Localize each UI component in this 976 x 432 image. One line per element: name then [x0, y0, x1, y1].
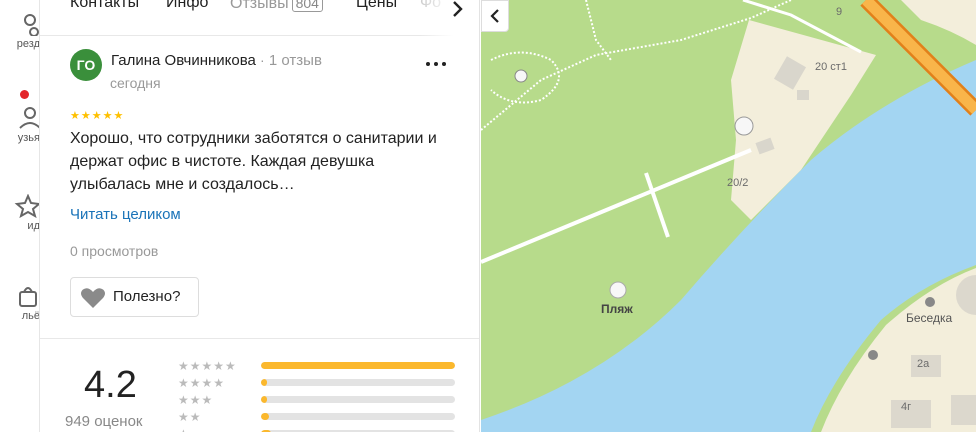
- rating-bar-fill: [261, 413, 269, 420]
- chevron-right-icon[interactable]: [448, 0, 468, 24]
- map-label-2a: 2а: [917, 358, 930, 370]
- chevron-left-icon: [490, 9, 499, 23]
- left-rail: резд узья ид льё: [0, 0, 40, 432]
- bag-icon: [19, 287, 37, 307]
- review-views: 0 просмотров: [70, 243, 159, 259]
- rating-bar-fill: [261, 379, 267, 386]
- map-label-gazebo[interactable]: Беседка: [906, 311, 952, 325]
- heart-icon: [81, 288, 105, 308]
- avatar[interactable]: ГО: [70, 49, 102, 81]
- more-options-icon[interactable]: [424, 56, 448, 70]
- tab-reviews[interactable]: Отзывы 804: [230, 0, 323, 13]
- rating-bar-fill: [261, 396, 267, 403]
- rail-item-friends[interactable]: узья: [0, 106, 40, 144]
- rail-item-label: резд: [16, 38, 40, 50]
- rating-row-stars: ★★★★★: [178, 359, 237, 373]
- tab-bar: Контакты Инфо Отзывы804 Цены Фо: [40, 0, 479, 36]
- star-outline-icon: [14, 194, 39, 218]
- useful-label: Полезно?: [113, 288, 181, 305]
- rating-row-stars: ★: [178, 428, 190, 432]
- review-date: сегодня: [110, 75, 161, 91]
- map-view[interactable]: 9 20 ст1 20/2 Пляж Беседка 2а 4г: [481, 0, 976, 432]
- author-separator: ·: [260, 52, 265, 68]
- place-card-panel: Контакты Инфо Отзывы804 Цены Фо ГО Галин…: [40, 0, 480, 432]
- ratings-count: 949 оценок: [65, 413, 143, 430]
- rating-bar-fill: [261, 362, 455, 369]
- tab-contacts[interactable]: Контакты: [70, 0, 139, 12]
- collapse-panel-button[interactable]: [481, 0, 509, 32]
- map-label-4g: 4г: [901, 401, 912, 413]
- map-canvas: [481, 0, 976, 432]
- notification-dot: [20, 90, 29, 99]
- map-label-20st1: 20 ст1: [815, 61, 847, 73]
- rating-bar: [261, 396, 455, 403]
- rating-row-stars: ★★: [178, 410, 202, 424]
- divider: [40, 338, 479, 339]
- useful-button[interactable]: Полезно?: [70, 277, 199, 317]
- rail-item-belongings[interactable]: льё: [0, 284, 40, 322]
- tab-reviews-label: Отзывы: [230, 0, 289, 12]
- read-more-link[interactable]: Читать целиком: [70, 206, 181, 223]
- friends-icon: [19, 107, 39, 129]
- tab-info[interactable]: Инфо: [166, 0, 208, 12]
- rating-bar: [261, 379, 455, 386]
- rating-bar: [261, 362, 455, 369]
- map-label-9: 9: [836, 6, 843, 18]
- tab-prices[interactable]: Цены: [356, 0, 397, 12]
- author-review-count: 1 отзыв: [268, 52, 322, 69]
- rail-item-label: льё: [21, 310, 40, 322]
- rating-row-stars: ★★★★: [178, 376, 226, 390]
- map-label-beach[interactable]: Пляж: [601, 302, 633, 316]
- rating-bar: [261, 413, 455, 420]
- average-rating: 4.2: [84, 364, 137, 406]
- route-icon: [24, 14, 39, 36]
- reviews-count-badge: 804: [291, 0, 323, 12]
- rail-item-label: ид: [27, 220, 40, 232]
- rail-item-route[interactable]: резд: [0, 12, 40, 50]
- map-label-20-2: 20/2: [727, 177, 749, 189]
- rating-row-stars: ★★★: [178, 393, 214, 407]
- review-stars: ★★★★★: [70, 110, 125, 122]
- review-text: Хорошо, что сотрудники заботятся о санит…: [70, 130, 437, 193]
- review-author-line: Галина Овчинникова · 1 отзыв: [111, 52, 322, 69]
- review-author[interactable]: Галина Овчинникова: [111, 52, 256, 69]
- rail-item-label: узья: [17, 132, 40, 144]
- rail-item-guides[interactable]: ид: [0, 194, 40, 232]
